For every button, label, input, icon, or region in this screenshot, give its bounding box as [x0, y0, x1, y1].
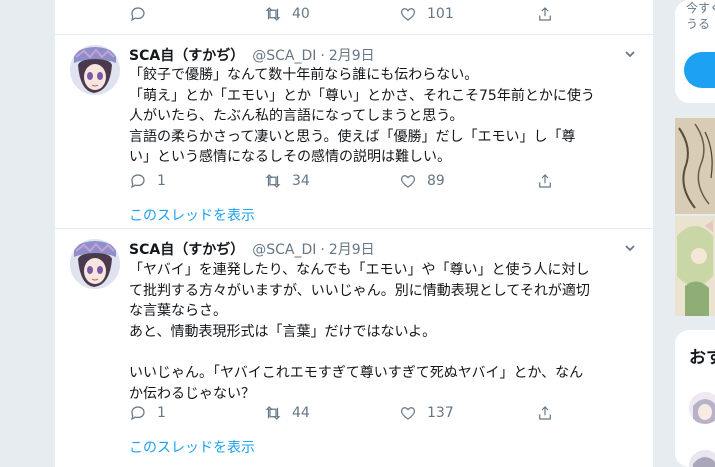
tweet[interactable]: SCA自（すかぢ） @SCA_DI · 2月9日 「餃子で優勝」なんて数十年前な…	[55, 34, 655, 227]
share-icon	[539, 7, 551, 21]
tweet-text-line: 人がいたら、たぶん私的言語になってしまうと思う。	[129, 108, 464, 125]
tweet-text-blank-line	[129, 342, 644, 363]
retweet-button[interactable]: 40	[264, 4, 310, 24]
like-button[interactable]: 137	[399, 403, 454, 423]
like-button[interactable]: 101	[399, 4, 454, 24]
share-icon	[539, 406, 551, 420]
tweet-text-line: い」という感情になるしその感情の説明は難しい。	[129, 149, 451, 166]
more-menu-button[interactable]	[623, 46, 637, 60]
tweet-header: SCA自（すかぢ） @SCA_DI · 2月9日	[129, 45, 375, 65]
heart-icon	[400, 407, 416, 420]
heart-icon	[400, 175, 416, 188]
tweet-text-line: 「餃子で優勝」なんて数十年前なら誰にも伝わらない。	[129, 67, 479, 83]
like-count: 89	[427, 173, 445, 189]
reply-button[interactable]: 1	[129, 171, 166, 191]
like-count: 101	[427, 6, 454, 22]
media-image	[675, 118, 715, 214]
retweet-count: 34	[292, 173, 310, 189]
share-button[interactable]	[536, 4, 554, 24]
tweet-actions: 40 101	[55, 4, 655, 24]
tweet-text-line: いいじゃん。「ヤバイこれエモすぎて尊いすぎて死ぬヤバイ」とか、なん	[129, 364, 584, 381]
share-icon	[539, 174, 551, 188]
more-menu-button[interactable]	[623, 240, 637, 254]
timeline: 40 101 SCA自（すかぢ） @SCA_DI · 2月9日 「餃子で優勝」な…	[54, 0, 655, 467]
tweet-actions: 1 34 89	[55, 171, 655, 191]
tweet-text-line: 「ヤバイ」を連発したり、なんでも「エモい」や「尊い」と使う人に対し	[129, 262, 590, 278]
media-thumbnail[interactable]	[675, 216, 715, 316]
tweet-text: 「ヤバイ」を連発したり、なんでも「エモい」や「尊い」と使う人に対し て批判する方…	[129, 260, 644, 404]
chevron-down-icon	[625, 51, 635, 58]
tweet-actions: 1 44 137	[55, 403, 655, 423]
recommended-user-avatar[interactable]	[689, 392, 715, 424]
retweet-count: 40	[292, 6, 310, 22]
signup-card: 今すぐ うる	[675, 0, 715, 103]
avatar[interactable]	[70, 45, 120, 95]
separator: ·	[320, 242, 325, 258]
show-thread-link[interactable]: このスレッドを表示	[129, 437, 255, 457]
tweet-text-line: な言葉ならさ。	[129, 303, 227, 320]
retweet-icon	[265, 406, 281, 420]
signup-prompt-line: 今すぐ	[686, 1, 715, 15]
reply-button[interactable]	[129, 4, 157, 24]
tweet-text-line: 「萌え」とか「エモい」とか「尊い」とかさ、それこそ75年前とかに使う	[129, 87, 595, 104]
user-handle[interactable]: @SCA_DI	[252, 48, 316, 64]
tweet-date[interactable]: 2月9日	[329, 45, 375, 65]
share-button[interactable]	[536, 403, 554, 423]
signup-prompt-line: うる	[686, 17, 711, 31]
right-sidebar: 今すぐ うる おす	[675, 0, 715, 467]
retweet-icon	[265, 7, 281, 21]
media-thumbnail[interactable]	[675, 118, 715, 214]
reply-icon	[131, 7, 145, 22]
reply-button[interactable]: 1	[129, 403, 166, 423]
share-button[interactable]	[536, 171, 554, 191]
tweet-header: SCA自（すかぢ） @SCA_DI · 2月9日	[129, 239, 375, 259]
like-count: 137	[427, 405, 454, 421]
avatar-image	[689, 392, 715, 424]
show-thread-link[interactable]: このスレッドを表示	[129, 205, 255, 225]
retweet-button[interactable]: 44	[264, 403, 310, 423]
retweet-count: 44	[292, 405, 310, 421]
separator: ·	[320, 48, 325, 64]
chevron-down-icon	[625, 245, 635, 252]
reply-icon	[131, 406, 145, 421]
tweet-text-line: て批判する方々がいますが、いいじゃん。別に情動表現としてそれが適切	[129, 282, 590, 299]
recommend-title: おす	[689, 348, 715, 368]
tweet-date[interactable]: 2月9日	[329, 239, 375, 259]
signup-prompt-text: 今すぐ うる	[686, 0, 715, 32]
avatar-image	[70, 45, 120, 95]
tweet-text-line: あと、情動表現形式は「言葉」だけではないよ。	[129, 323, 437, 340]
like-button[interactable]: 89	[399, 171, 445, 191]
user-handle[interactable]: @SCA_DI	[252, 242, 316, 258]
reply-count: 1	[157, 173, 166, 189]
media-image	[675, 216, 715, 316]
avatar[interactable]	[70, 239, 120, 289]
avatar-image	[70, 239, 120, 289]
reply-icon	[131, 174, 145, 189]
tweet-text-line: か伝わるじゃない？	[129, 385, 255, 402]
tweet[interactable]: SCA自（すかぢ） @SCA_DI · 2月9日 「ヤバイ」を連発したり、なんで…	[55, 228, 655, 467]
heart-icon	[400, 8, 416, 21]
reply-count: 1	[157, 405, 166, 421]
signup-button[interactable]	[684, 52, 715, 88]
tweet-text: 「餃子で優勝」なんて数十年前なら誰にも伝わらない。 「萌え」とか「エモい」とか「…	[129, 65, 644, 168]
retweet-icon	[265, 174, 281, 188]
tweet-text-line: 言語の柔らかさって凄いと思う。使えば「優勝」だし「エモい」し「尊	[129, 128, 576, 145]
retweet-button[interactable]: 34	[264, 171, 310, 191]
display-name[interactable]: SCA自（すかぢ）	[129, 45, 244, 65]
display-name[interactable]: SCA自（すかぢ）	[129, 239, 244, 259]
